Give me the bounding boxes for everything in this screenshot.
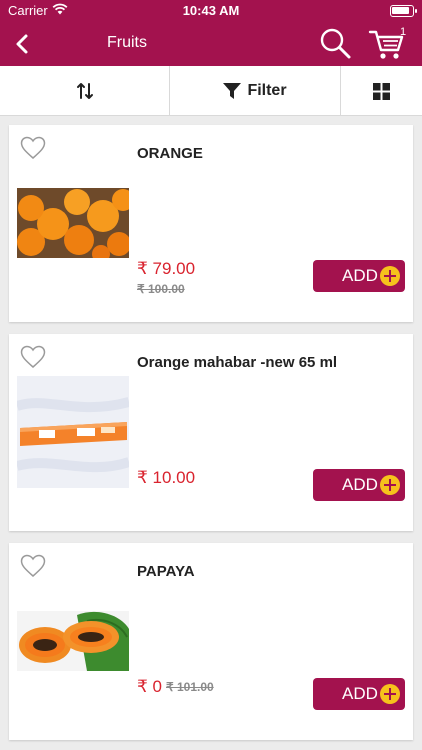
sort-icon — [76, 83, 93, 99]
plus-icon — [380, 475, 400, 495]
product-card[interactable]: PAPAYA ₹ 0 ₹ 101.00 ADD — [9, 543, 413, 740]
list-toolbar: Filter — [0, 66, 422, 116]
filter-label: Filter — [247, 82, 287, 99]
search-icon[interactable] — [318, 26, 352, 60]
add-to-cart-button[interactable]: ADD — [313, 678, 405, 710]
battery-icon — [390, 5, 417, 17]
product-price: ₹ 10.00 — [137, 468, 196, 487]
product-price: ₹ 79.00 — [137, 259, 196, 278]
grid-view-button[interactable] — [341, 66, 422, 116]
product-name[interactable]: ORANGE — [137, 145, 203, 162]
sort-button[interactable] — [0, 66, 170, 116]
product-mrp: ₹ 100.00 — [137, 282, 185, 296]
app-header: Fruits 1 — [0, 22, 422, 66]
product-card[interactable]: ORANGE ₹ 79.00 ₹ 100.00 ADD — [9, 125, 413, 322]
filter-button[interactable]: Filter — [170, 66, 341, 116]
plus-icon — [380, 684, 400, 704]
heart-icon[interactable] — [20, 345, 46, 369]
add-label: ADD — [342, 266, 378, 285]
filter-icon — [223, 82, 242, 99]
product-name[interactable]: PAPAYA — [137, 563, 195, 580]
product-price: ₹ 0 — [137, 677, 162, 696]
back-icon[interactable] — [8, 28, 38, 60]
status-bar: Carrier 10:43 AM — [0, 0, 422, 22]
orange-product-image[interactable] — [17, 188, 129, 258]
grid-view-icon — [373, 82, 390, 100]
add-label: ADD — [342, 475, 378, 494]
papaya-product-image[interactable] — [17, 611, 129, 671]
cart-count-badge: 1 — [400, 26, 407, 38]
heart-icon[interactable] — [20, 136, 46, 160]
product-card[interactable]: Orange mahabar -new 65 ml ₹ 10.00 ADD — [9, 334, 413, 531]
add-label: ADD — [342, 684, 378, 703]
clock: 10:43 AM — [182, 3, 240, 18]
heart-icon[interactable] — [20, 554, 46, 578]
page-title: Fruits — [107, 34, 147, 51]
product-mrp: ₹ 101.00 — [166, 680, 214, 694]
orange-bar-product-image[interactable] — [17, 376, 129, 488]
plus-icon — [380, 266, 400, 286]
add-to-cart-button[interactable]: ADD — [313, 469, 405, 501]
product-name[interactable]: Orange mahabar -new 65 ml — [137, 354, 337, 371]
add-to-cart-button[interactable]: ADD — [313, 260, 405, 292]
